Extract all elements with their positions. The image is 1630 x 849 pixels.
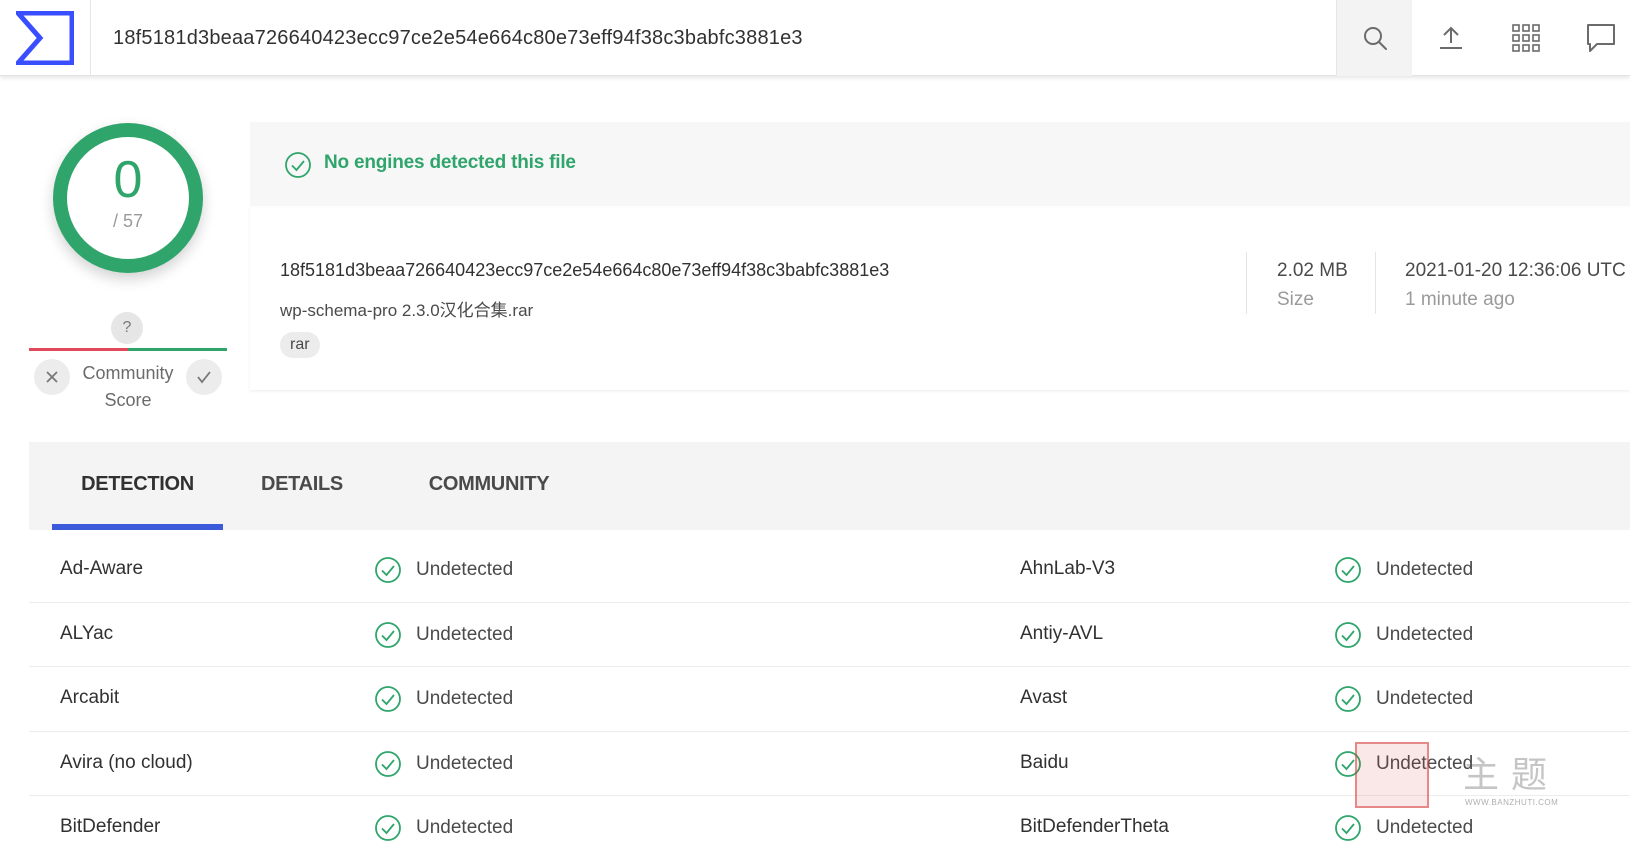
engine-name: Ad-Aware bbox=[60, 558, 144, 579]
status-text: Undetected bbox=[1376, 817, 1474, 838]
file-size-label: Size bbox=[1277, 289, 1314, 310]
check-circle-icon bbox=[375, 621, 401, 648]
top-bar bbox=[0, 0, 1630, 76]
engine-status: Undetected bbox=[1334, 750, 1473, 778]
check-circle-icon bbox=[1335, 815, 1361, 841]
status-text: Undetected bbox=[416, 559, 514, 580]
check-circle-icon bbox=[375, 557, 401, 583]
check-circle-icon bbox=[1335, 557, 1361, 583]
check-circle-icon bbox=[1335, 621, 1361, 648]
engine-name: Baidu bbox=[1020, 751, 1069, 773]
status-text: Undetected bbox=[416, 688, 514, 709]
upload-button[interactable] bbox=[1413, 0, 1489, 76]
analysis-date-relative: 1 minute ago bbox=[1405, 289, 1515, 310]
chat-button[interactable] bbox=[1563, 0, 1630, 76]
engine-name: AhnLab-V3 bbox=[1020, 558, 1116, 579]
engine-name: Avast bbox=[1020, 687, 1068, 708]
search-icon bbox=[1363, 27, 1387, 50]
engine-name: ALYac bbox=[60, 622, 114, 644]
check-icon bbox=[197, 371, 211, 384]
vote-harmful-button[interactable] bbox=[34, 359, 70, 395]
engine-name: BitDefender bbox=[60, 816, 161, 837]
grid-icon bbox=[1512, 24, 1540, 52]
check-circle-icon bbox=[1335, 750, 1361, 777]
table-row: Avira (no cloud) Undetected Baidu Undetecte… bbox=[29, 732, 1630, 796]
file-info-card: 18f5181d3beaa726640423ecc97ce2e54e664c80… bbox=[250, 208, 1630, 390]
community-score-bar bbox=[29, 348, 227, 351]
status-text: Undetected bbox=[416, 817, 514, 838]
engine-total: / 57 bbox=[112, 211, 144, 231]
detection-count: 0 bbox=[113, 151, 143, 209]
status-text: Undetected bbox=[1376, 623, 1474, 645]
status-text: Undetected bbox=[416, 623, 514, 645]
file-hash: 18f5181d3beaa726640423ecc97ce2e54e664c80… bbox=[280, 260, 890, 280]
tab-detection[interactable]: DETECTION bbox=[52, 442, 223, 530]
file-name: wp-schema-pro 2.3.0汉化合集.rar bbox=[280, 301, 534, 320]
divider bbox=[1246, 252, 1247, 314]
analysis-date-value: 2021-01-20 12:36:06 UTC bbox=[1405, 260, 1626, 281]
engine-name: BitDefenderTheta bbox=[1020, 816, 1169, 837]
table-row: BitDefender Undetected BitDefenderTheta Und… bbox=[29, 796, 1630, 849]
status-text: Undetected bbox=[416, 752, 514, 774]
table-row: Ad-Aware Undetected AhnLab-V3 Undetected bbox=[29, 538, 1630, 603]
check-circle-icon bbox=[285, 152, 311, 178]
engine-name: Antiy-AVL bbox=[1020, 622, 1104, 644]
engine-status: Undetected bbox=[374, 685, 513, 713]
engine-status: Undetected bbox=[1334, 621, 1473, 649]
check-circle-icon bbox=[375, 686, 401, 712]
table-row: ALYac Undetected Antiy-AVL Undetected bbox=[29, 603, 1630, 667]
status-text: Undetected bbox=[1376, 688, 1474, 709]
upload-icon bbox=[1440, 26, 1462, 49]
apps-menu-button[interactable] bbox=[1488, 0, 1564, 76]
engine-status: Undetected bbox=[1334, 685, 1473, 713]
vote-harmless-button[interactable] bbox=[186, 359, 222, 395]
tab-details[interactable]: DETAILS bbox=[247, 442, 357, 530]
chat-bubble-icon bbox=[1587, 24, 1615, 52]
search-input[interactable] bbox=[91, 0, 1336, 76]
check-circle-icon bbox=[375, 750, 401, 777]
tab-bar: DETECTION DETAILS COMMUNITY bbox=[29, 442, 1630, 530]
engine-status: Undetected bbox=[1334, 814, 1473, 842]
detection-results-table: Ad-Aware Undetected AhnLab-V3 Undetected ALY… bbox=[29, 538, 1630, 849]
virustotal-logo[interactable] bbox=[0, 0, 91, 76]
detection-score-ring: 0 / 57 bbox=[53, 123, 203, 273]
divider bbox=[1375, 252, 1376, 314]
status-text: Undetected bbox=[1376, 752, 1474, 774]
score-ring-center: 0 / 57 bbox=[67, 137, 189, 259]
engine-status: Undetected bbox=[374, 750, 513, 778]
file-type-tag[interactable]: rar bbox=[280, 332, 320, 358]
detection-banner: No engines detected this file bbox=[250, 122, 1630, 206]
community-score-bar-negative bbox=[29, 348, 128, 351]
table-row: Arcabit Undetected Avast Undetected bbox=[29, 667, 1630, 732]
engine-name: Avira (no cloud) bbox=[60, 751, 193, 773]
community-score-question: ? bbox=[111, 312, 143, 344]
tab-community[interactable]: COMMUNITY bbox=[409, 442, 569, 530]
engine-status: Undetected bbox=[374, 556, 513, 584]
search-button[interactable] bbox=[1336, 0, 1412, 76]
engine-status: Undetected bbox=[374, 814, 513, 842]
engine-status: Undetected bbox=[374, 621, 513, 649]
check-circle-icon bbox=[375, 815, 401, 841]
sigma-logo-icon bbox=[16, 11, 74, 65]
check-circle-icon bbox=[1335, 686, 1361, 712]
engine-name: Arcabit bbox=[60, 687, 120, 708]
community-score-label: Community Score bbox=[82, 363, 174, 410]
close-icon bbox=[46, 371, 58, 383]
active-tab-indicator bbox=[52, 524, 223, 530]
file-size-value: 2.02 MB bbox=[1277, 260, 1348, 281]
engine-status: Undetected bbox=[1334, 556, 1473, 584]
status-text: Undetected bbox=[1376, 559, 1474, 580]
detection-banner-text: No engines detected this file bbox=[324, 152, 576, 173]
